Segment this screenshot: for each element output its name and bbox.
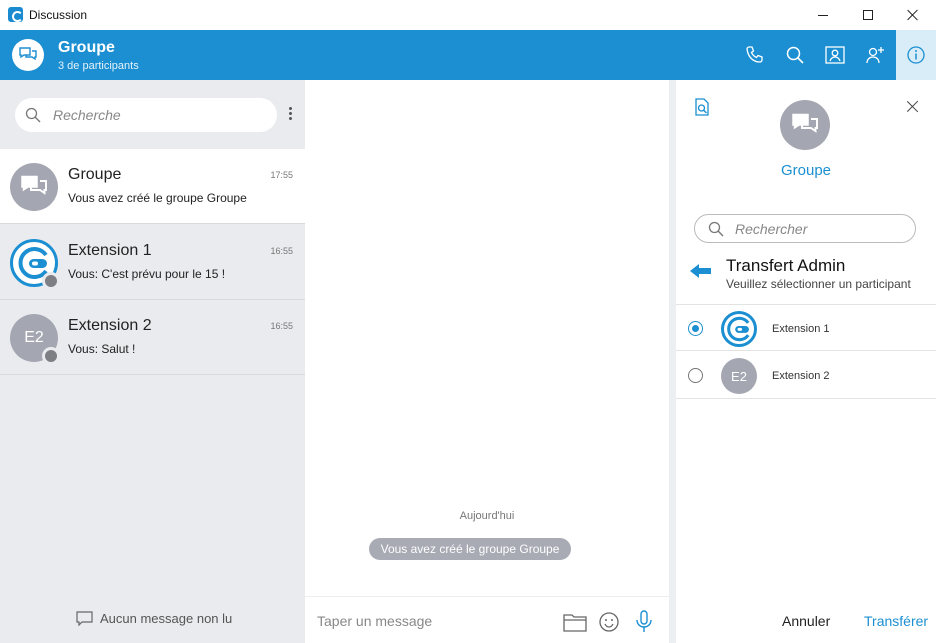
back-button[interactable] xyxy=(690,263,712,284)
phone-icon xyxy=(746,46,763,63)
group-avatar xyxy=(780,100,830,150)
app-logo-icon xyxy=(8,7,23,22)
microphone-icon xyxy=(636,610,652,632)
message-panel: Aujourd'hui Vous avez créé le groupe Gro… xyxy=(305,80,669,643)
conversation-preview: Vous avez créé le groupe Groupe xyxy=(68,191,247,205)
participants-count: 3 de participants xyxy=(58,60,139,72)
group-avatar xyxy=(10,163,58,211)
minimize-icon xyxy=(818,14,828,16)
window-title: Discussion xyxy=(29,8,88,22)
conversation-search[interactable] xyxy=(15,98,277,132)
add-participant-button[interactable] xyxy=(860,40,890,70)
conversation-time: 17:55 xyxy=(270,170,293,180)
participant-search[interactable] xyxy=(694,214,916,243)
contact-card-icon xyxy=(825,46,845,64)
unread-status: Aucun message non lu xyxy=(76,611,232,626)
contact-card-button[interactable] xyxy=(820,40,850,70)
compose-bar xyxy=(305,596,669,643)
conversation-item-extension-2[interactable]: E2 Extension 2 16:55 Vous: Salut ! xyxy=(0,300,305,375)
search-icon xyxy=(25,107,41,123)
initials-avatar: E2 xyxy=(721,358,757,394)
participant-radio[interactable] xyxy=(688,321,703,336)
presence-status-icon xyxy=(42,347,60,365)
message-input[interactable] xyxy=(317,611,547,631)
conversation-preview: Vous: C'est prévu pour le 15 ! xyxy=(68,267,226,281)
conversation-time: 16:55 xyxy=(270,321,293,331)
message-icon xyxy=(76,611,93,626)
extension-logo-avatar xyxy=(721,311,757,347)
participant-name: Extension 1 xyxy=(772,323,830,335)
participant-search-input[interactable] xyxy=(735,221,905,237)
group-info-panel: Groupe Transfert Admin Veuillez sélectio… xyxy=(676,80,936,643)
chat-bubbles-icon xyxy=(21,175,47,195)
conversation-title: Groupe xyxy=(58,39,115,56)
document-search-icon xyxy=(695,98,709,116)
participant-row[interactable]: Extension 1 xyxy=(676,304,936,351)
minimize-button[interactable] xyxy=(800,0,846,30)
conversation-name: Extension 1 xyxy=(68,242,152,259)
search-input[interactable] xyxy=(53,106,263,124)
group-avatar[interactable] xyxy=(12,39,44,71)
maximize-icon xyxy=(863,10,873,20)
emoji-icon xyxy=(599,612,619,632)
arrow-left-icon xyxy=(690,264,711,278)
close-icon xyxy=(907,9,919,21)
folder-icon xyxy=(563,614,587,632)
transfer-subtitle: Veuillez sélectionner un participant xyxy=(726,277,911,291)
add-user-icon xyxy=(866,47,884,64)
search-icon xyxy=(708,221,724,237)
chat-bubbles-icon xyxy=(19,47,37,61)
cancel-button[interactable]: Annuler xyxy=(782,613,830,629)
extension-logo-icon xyxy=(727,316,750,342)
info-button[interactable] xyxy=(896,30,936,80)
participant-name: Extension 2 xyxy=(772,370,830,382)
system-message: Vous avez créé le groupe Groupe xyxy=(369,538,571,560)
conversation-header: Groupe 3 de participants xyxy=(0,30,936,80)
transfer-button[interactable]: Transférer xyxy=(864,613,928,629)
group-name: Groupe xyxy=(780,162,832,179)
transfer-title: Transfert Admin xyxy=(726,256,846,275)
attach-file-button[interactable] xyxy=(563,610,587,634)
search-messages-button[interactable] xyxy=(780,40,810,70)
voice-message-button[interactable] xyxy=(632,610,656,634)
search-document-button[interactable] xyxy=(694,98,710,121)
title-bar: Discussion xyxy=(0,0,936,30)
emoji-button[interactable] xyxy=(597,610,621,634)
info-icon xyxy=(907,46,925,64)
conversation-preview: Vous: Salut ! xyxy=(68,342,136,356)
participant-radio[interactable] xyxy=(688,368,703,383)
conversation-item-extension-1[interactable]: Extension 1 16:55 Vous: C'est prévu pour… xyxy=(0,225,305,300)
conversation-time: 16:55 xyxy=(270,246,293,256)
unread-label: Aucun message non lu xyxy=(100,611,233,626)
presence-status-icon xyxy=(42,272,60,290)
search-icon xyxy=(786,46,804,64)
conversation-item-groupe[interactable]: Groupe 17:55 Vous avez créé le groupe Gr… xyxy=(0,149,305,224)
chat-bubbles-icon xyxy=(792,113,818,133)
day-separator: Aujourd'hui xyxy=(459,510,515,522)
conversation-name: Extension 2 xyxy=(68,317,152,334)
participant-row[interactable]: E2 Extension 2 xyxy=(676,352,936,399)
call-button[interactable] xyxy=(740,40,770,70)
conversation-list-panel: Groupe 17:55 Vous avez créé le groupe Gr… xyxy=(0,80,305,643)
close-window-button[interactable] xyxy=(890,0,936,30)
panel-divider[interactable] xyxy=(669,80,676,643)
maximize-button[interactable] xyxy=(845,0,891,30)
conversation-name: Groupe xyxy=(68,166,122,183)
close-panel-button[interactable] xyxy=(906,100,920,114)
more-options-icon[interactable] xyxy=(284,107,296,123)
